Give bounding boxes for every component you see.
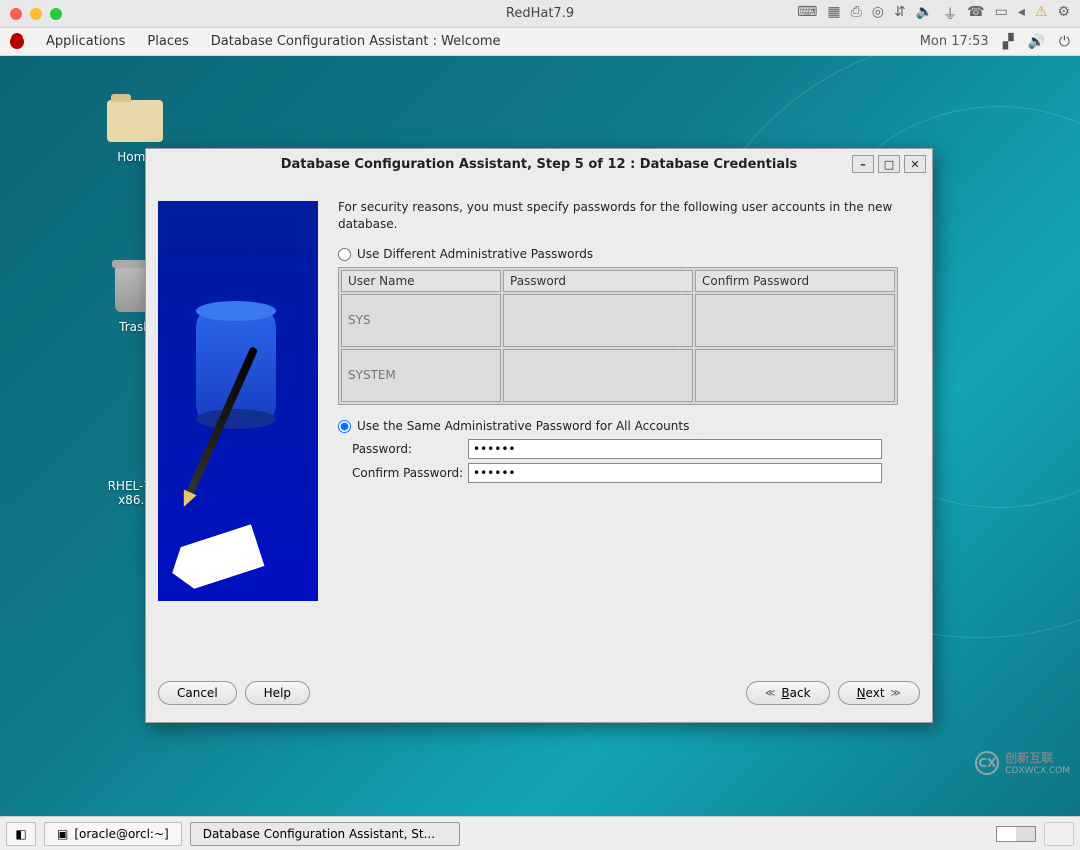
sound-icon: 🔈: [916, 4, 933, 24]
display-icon: ▭: [995, 4, 1008, 24]
window-minimize-button[interactable]: –: [852, 155, 874, 173]
mic-icon: ⏚: [943, 4, 957, 24]
radio-different-label: Use Different Administrative Passwords: [357, 247, 593, 261]
desktop: Home Trash RHEL-7.9 x86... Database Conf…: [0, 56, 1080, 816]
dialog-title: Database Configuration Assistant, Step 5…: [281, 157, 798, 172]
cancel-button[interactable]: Cancel: [158, 681, 237, 705]
chip-icon: ▦: [827, 4, 840, 24]
gear-icon[interactable]: ⚙: [1057, 4, 1070, 24]
task-dbca[interactable]: Database Configuration Assistant, St...: [190, 822, 460, 846]
task-dbca-label: Database Configuration Assistant, St...: [203, 827, 435, 841]
watermark-icon: CX: [975, 751, 999, 775]
radio-same-password[interactable]: [338, 420, 351, 433]
power-status-icon[interactable]: ⏻: [1059, 34, 1070, 50]
password-input[interactable]: [468, 439, 882, 459]
window-maximize-button[interactable]: □: [878, 155, 900, 173]
table-row: SYSTEM: [341, 349, 895, 402]
warning-icon: ⚠: [1035, 4, 1048, 24]
gnome-clock[interactable]: Mon 17:53: [920, 34, 989, 49]
confirm-password-label: Confirm Password:: [338, 466, 468, 480]
menu-applications[interactable]: Applications: [46, 34, 125, 49]
network-status-icon[interactable]: ▞: [1003, 34, 1014, 50]
table-row: SYS: [341, 294, 895, 347]
col-password: Password: [503, 270, 693, 292]
keyboard-icon: ⌨: [797, 4, 817, 24]
chevron-left-icon: ≪: [765, 688, 775, 699]
back-icon: ◂: [1018, 4, 1025, 24]
wizard-banner-image: [158, 201, 318, 601]
radio-different-passwords[interactable]: [338, 248, 351, 261]
cell-confirm[interactable]: [695, 349, 895, 402]
cell-confirm[interactable]: [695, 294, 895, 347]
cell-password[interactable]: [503, 349, 693, 402]
vm-status-icons: ⌨ ▦ ⎙ ◎ ⇵ 🔈 ⏚ ☎ ▭ ◂ ⚠ ⚙: [797, 4, 1070, 24]
usb-icon: ⎙: [851, 4, 862, 24]
window-close-button[interactable]: ✕: [904, 155, 926, 173]
dialog-footer: Cancel Help ≪Back Next≫: [146, 674, 932, 722]
help-button[interactable]: Help: [245, 681, 310, 705]
workspace-indicator[interactable]: [996, 826, 1036, 842]
redhat-logo-icon: [10, 35, 24, 49]
gnome-top-bar: Applications Places Database Configurati…: [0, 28, 1080, 56]
zoom-icon[interactable]: [50, 8, 62, 20]
radio-same-label: Use the Same Administrative Password for…: [357, 419, 689, 433]
confirm-password-input[interactable]: [468, 463, 882, 483]
terminal-icon: ▣: [57, 827, 68, 841]
minimize-icon[interactable]: [30, 8, 42, 20]
next-button[interactable]: Next≫: [838, 681, 920, 705]
disc-icon: ◎: [872, 4, 884, 24]
network-icon: ⇵: [894, 4, 906, 24]
col-confirm: Confirm Password: [695, 270, 895, 292]
dialog-intro-text: For security reasons, you must specify p…: [338, 199, 898, 233]
task-terminal[interactable]: ▣ [oracle@orcl:~]: [44, 822, 182, 846]
dialog-titlebar[interactable]: Database Configuration Assistant, Step 5…: [146, 149, 932, 179]
watermark-text: 创新互联: [1005, 749, 1070, 766]
admin-passwords-table: User Name Password Confirm Password SYS: [338, 267, 898, 405]
workspace-switcher-button[interactable]: ◧: [6, 822, 36, 846]
volume-status-icon[interactable]: 🔊: [1027, 34, 1044, 50]
watermark-sub: CDXWCX.COM: [1005, 766, 1070, 776]
cell-password[interactable]: [503, 294, 693, 347]
close-icon[interactable]: [10, 8, 22, 20]
password-label: Password:: [338, 442, 468, 456]
folder-icon: [107, 100, 163, 142]
gnome-taskbar: ◧ ▣ [oracle@orcl:~] Database Configurati…: [0, 816, 1080, 850]
task-terminal-label: [oracle@orcl:~]: [74, 827, 168, 841]
cell-username: SYSTEM: [341, 349, 501, 402]
vm-titlebar: RedHat7.9 ⌨ ▦ ⎙ ◎ ⇵ 🔈 ⏚ ☎ ▭ ◂ ⚠ ⚙: [0, 0, 1080, 28]
menu-places[interactable]: Places: [147, 34, 188, 49]
back-button[interactable]: ≪Back: [746, 681, 830, 705]
active-window-title[interactable]: Database Configuration Assistant : Welco…: [211, 34, 501, 49]
tray-button[interactable]: [1044, 822, 1074, 846]
col-username: User Name: [341, 270, 501, 292]
watermark: CX 创新互联 CDXWCX.COM: [975, 749, 1070, 776]
vm-title: RedHat7.9: [506, 6, 574, 21]
chevron-right-icon: ≫: [891, 688, 901, 699]
dbca-dialog: Database Configuration Assistant, Step 5…: [145, 148, 933, 723]
phone-icon: ☎: [967, 4, 984, 24]
cell-username: SYS: [341, 294, 501, 347]
